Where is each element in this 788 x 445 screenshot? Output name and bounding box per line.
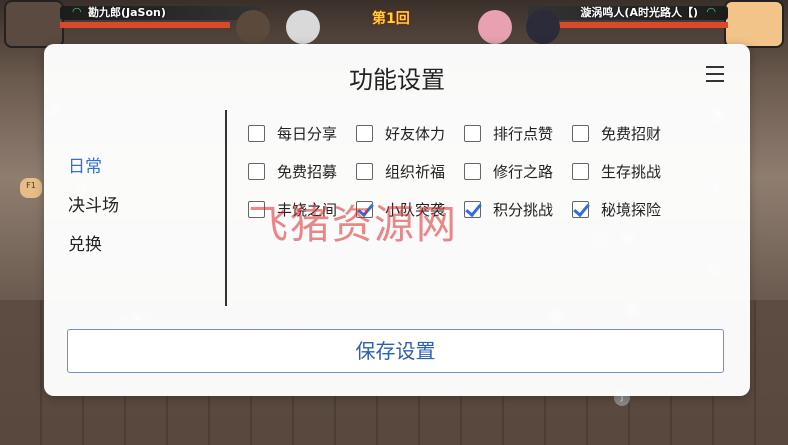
- option-squad-raid[interactable]: 小队突袭: [356, 199, 464, 220]
- character-portrait: [286, 10, 320, 44]
- option-points-challenge[interactable]: 积分挑战: [464, 199, 572, 220]
- option-daily-share[interactable]: 每日分享: [248, 123, 356, 144]
- option-rank-like[interactable]: 排行点赞: [464, 123, 572, 144]
- player-left-avatar: [4, 0, 64, 48]
- options-row: 丰饶之间 小队突袭 积分挑战 秘境探险: [248, 190, 708, 228]
- save-button[interactable]: 保存设置: [67, 329, 724, 373]
- option-label: 组织祈福: [385, 162, 446, 181]
- option-training-road[interactable]: 修行之路: [464, 161, 572, 182]
- option-friend-stamina[interactable]: 好友体力: [356, 123, 464, 144]
- checkbox[interactable]: [572, 124, 589, 142]
- option-label: 每日分享: [277, 124, 338, 143]
- checkbox[interactable]: [356, 200, 373, 218]
- round-indicator: 第1回: [372, 11, 410, 27]
- player-left-health: [60, 22, 230, 28]
- option-label: 好友体力: [385, 124, 446, 143]
- checkbox[interactable]: [572, 200, 589, 218]
- option-label: 秘境探险: [601, 200, 662, 219]
- checkbox[interactable]: [356, 162, 373, 180]
- option-harvest-hall[interactable]: 丰饶之间: [248, 199, 356, 220]
- settings-panel: 功能设置 日常 决斗场 兑换 每日分享 好友体力 排行点赞 免费招财 免费招募 …: [44, 44, 750, 396]
- checkbox[interactable]: [356, 124, 373, 142]
- checkbox[interactable]: [464, 124, 481, 142]
- player-right-health: [558, 22, 728, 28]
- option-label: 修行之路: [493, 162, 554, 181]
- player-right-avatar: [724, 0, 784, 48]
- player-right-name: 漩涡鸣人(A时光路人【): [580, 6, 698, 19]
- option-secret-explore[interactable]: 秘境探险: [572, 199, 680, 220]
- options-row: 免费招募 组织祈福 修行之路 生存挑战: [248, 152, 708, 190]
- options-row: 每日分享 好友体力 排行点赞 免费招财: [248, 114, 708, 152]
- option-label: 免费招募: [277, 162, 338, 181]
- option-free-fortune[interactable]: 免费招财: [572, 123, 680, 144]
- checkbox[interactable]: [248, 200, 265, 218]
- option-survival-challenge[interactable]: 生存挑战: [572, 161, 680, 182]
- option-guild-blessing[interactable]: 组织祈福: [356, 161, 464, 182]
- checkbox[interactable]: [572, 162, 589, 180]
- checkbox[interactable]: [464, 162, 481, 180]
- nav-divider: [225, 110, 227, 306]
- character-portrait: [236, 10, 270, 44]
- panel-title: 功能设置: [349, 66, 445, 94]
- options-grid: 每日分享 好友体力 排行点赞 免费招财 免费招募 组织祈福 修行之路 生存挑战 …: [248, 114, 708, 228]
- checkbox[interactable]: [248, 162, 265, 180]
- nav-item-daily[interactable]: 日常: [68, 154, 119, 193]
- character-portrait: [478, 10, 512, 44]
- option-label: 生存挑战: [601, 162, 662, 181]
- option-label: 免费招财: [601, 124, 662, 143]
- player-left-name: 勘九郎(JaSon): [88, 6, 166, 19]
- option-label: 小队突袭: [385, 200, 446, 219]
- option-label: 积分挑战: [493, 200, 554, 219]
- checkbox[interactable]: [248, 124, 265, 142]
- option-free-recruit[interactable]: 免费招募: [248, 161, 356, 182]
- nav-item-exchange[interactable]: 兑换: [68, 232, 119, 271]
- wifi-icon: ◠: [706, 5, 716, 18]
- category-nav: 日常 决斗场 兑换: [68, 154, 119, 271]
- character-portrait: [526, 10, 560, 44]
- skill-button-f1[interactable]: F1: [20, 178, 42, 198]
- option-label: 丰饶之间: [277, 200, 338, 219]
- nav-item-arena[interactable]: 决斗场: [68, 193, 119, 232]
- wifi-icon: ◠: [72, 5, 82, 18]
- checkbox[interactable]: [464, 200, 481, 218]
- menu-icon[interactable]: [706, 66, 724, 82]
- option-label: 排行点赞: [493, 124, 554, 143]
